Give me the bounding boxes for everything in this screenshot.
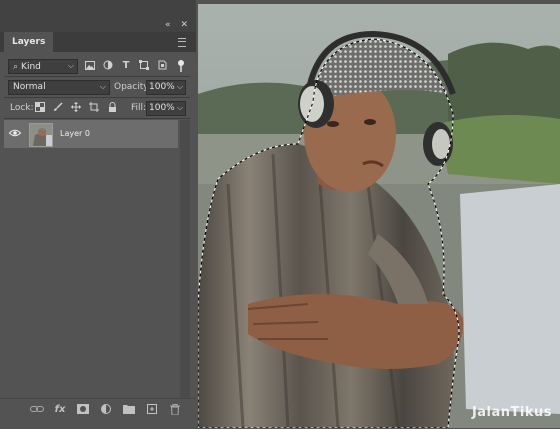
lock-icons xyxy=(34,101,118,113)
close-icon[interactable]: ✕ xyxy=(180,20,188,30)
divider xyxy=(4,97,190,98)
image-icon[interactable] xyxy=(84,59,96,71)
filter-kind-label: Kind xyxy=(21,61,41,72)
move-lock-icon[interactable] xyxy=(70,101,82,113)
chevron-down-icon: ⌵ xyxy=(99,82,106,91)
blend-mode-value: Normal xyxy=(13,82,46,92)
search-icon: ⌕ xyxy=(13,61,19,72)
adjustment-icon[interactable] xyxy=(102,59,114,71)
folder-icon[interactable] xyxy=(122,402,136,416)
lock-label: Lock: xyxy=(10,103,34,113)
layers-scrollbar[interactable] xyxy=(180,120,190,400)
photo xyxy=(198,4,560,428)
chevron-down-icon: ⌵ xyxy=(176,103,183,112)
transparency-lock-icon[interactable] xyxy=(34,101,46,113)
divider xyxy=(4,118,190,119)
opacity-field[interactable]: 100% ⌵ xyxy=(146,80,186,95)
double-chevron-icon[interactable]: « xyxy=(165,20,171,30)
fill-value: 100% xyxy=(149,103,175,113)
fx-icon[interactable]: fx xyxy=(53,402,67,416)
text-icon[interactable]: T xyxy=(120,59,132,71)
filter-toggle-stem xyxy=(180,66,182,72)
mask-icon[interactable] xyxy=(76,402,90,416)
brush-lock-icon[interactable] xyxy=(52,101,64,113)
filter-kind-select[interactable]: ⌕ Kind ⌵ xyxy=(8,59,78,74)
link-icon[interactable] xyxy=(30,402,44,416)
shape-icon[interactable] xyxy=(138,59,150,71)
artboard-lock-icon[interactable] xyxy=(88,101,100,113)
filter-icons: T xyxy=(84,59,168,71)
bottom-toolbar-icons: fx xyxy=(30,402,182,416)
layer-name: Layer 0 xyxy=(60,129,90,138)
fill-field[interactable]: 100% ⌵ xyxy=(146,101,186,116)
layers-panel: « ✕ Layers ⌕ Kind ⌵ T Normal ⌵ Opacity: … xyxy=(0,0,196,429)
new-layer-icon[interactable] xyxy=(145,402,159,416)
layer-thumbnail[interactable] xyxy=(29,123,53,147)
adjustment-layer-icon[interactable] xyxy=(99,402,113,416)
chevron-down-icon: ⌵ xyxy=(67,61,74,70)
eye-icon[interactable] xyxy=(9,129,21,137)
chevron-down-icon: ⌵ xyxy=(176,82,183,91)
opacity-value: 100% xyxy=(149,82,175,92)
document-canvas[interactable]: JalanTikus xyxy=(198,4,560,428)
blend-mode-select[interactable]: Normal ⌵ xyxy=(8,80,110,95)
watermark-text: JalanTikus xyxy=(471,405,552,420)
menu-icon[interactable] xyxy=(178,38,186,47)
smart-object-icon[interactable] xyxy=(156,59,168,71)
tab-layers[interactable]: Layers xyxy=(4,32,54,52)
fill-label: Fill: xyxy=(131,103,147,113)
trash-icon[interactable] xyxy=(168,402,182,416)
panel-controls: « ✕ xyxy=(165,20,188,30)
divider xyxy=(4,76,190,77)
lock-all-icon[interactable] xyxy=(106,101,118,113)
layer-row[interactable]: Layer 0 xyxy=(4,120,178,148)
